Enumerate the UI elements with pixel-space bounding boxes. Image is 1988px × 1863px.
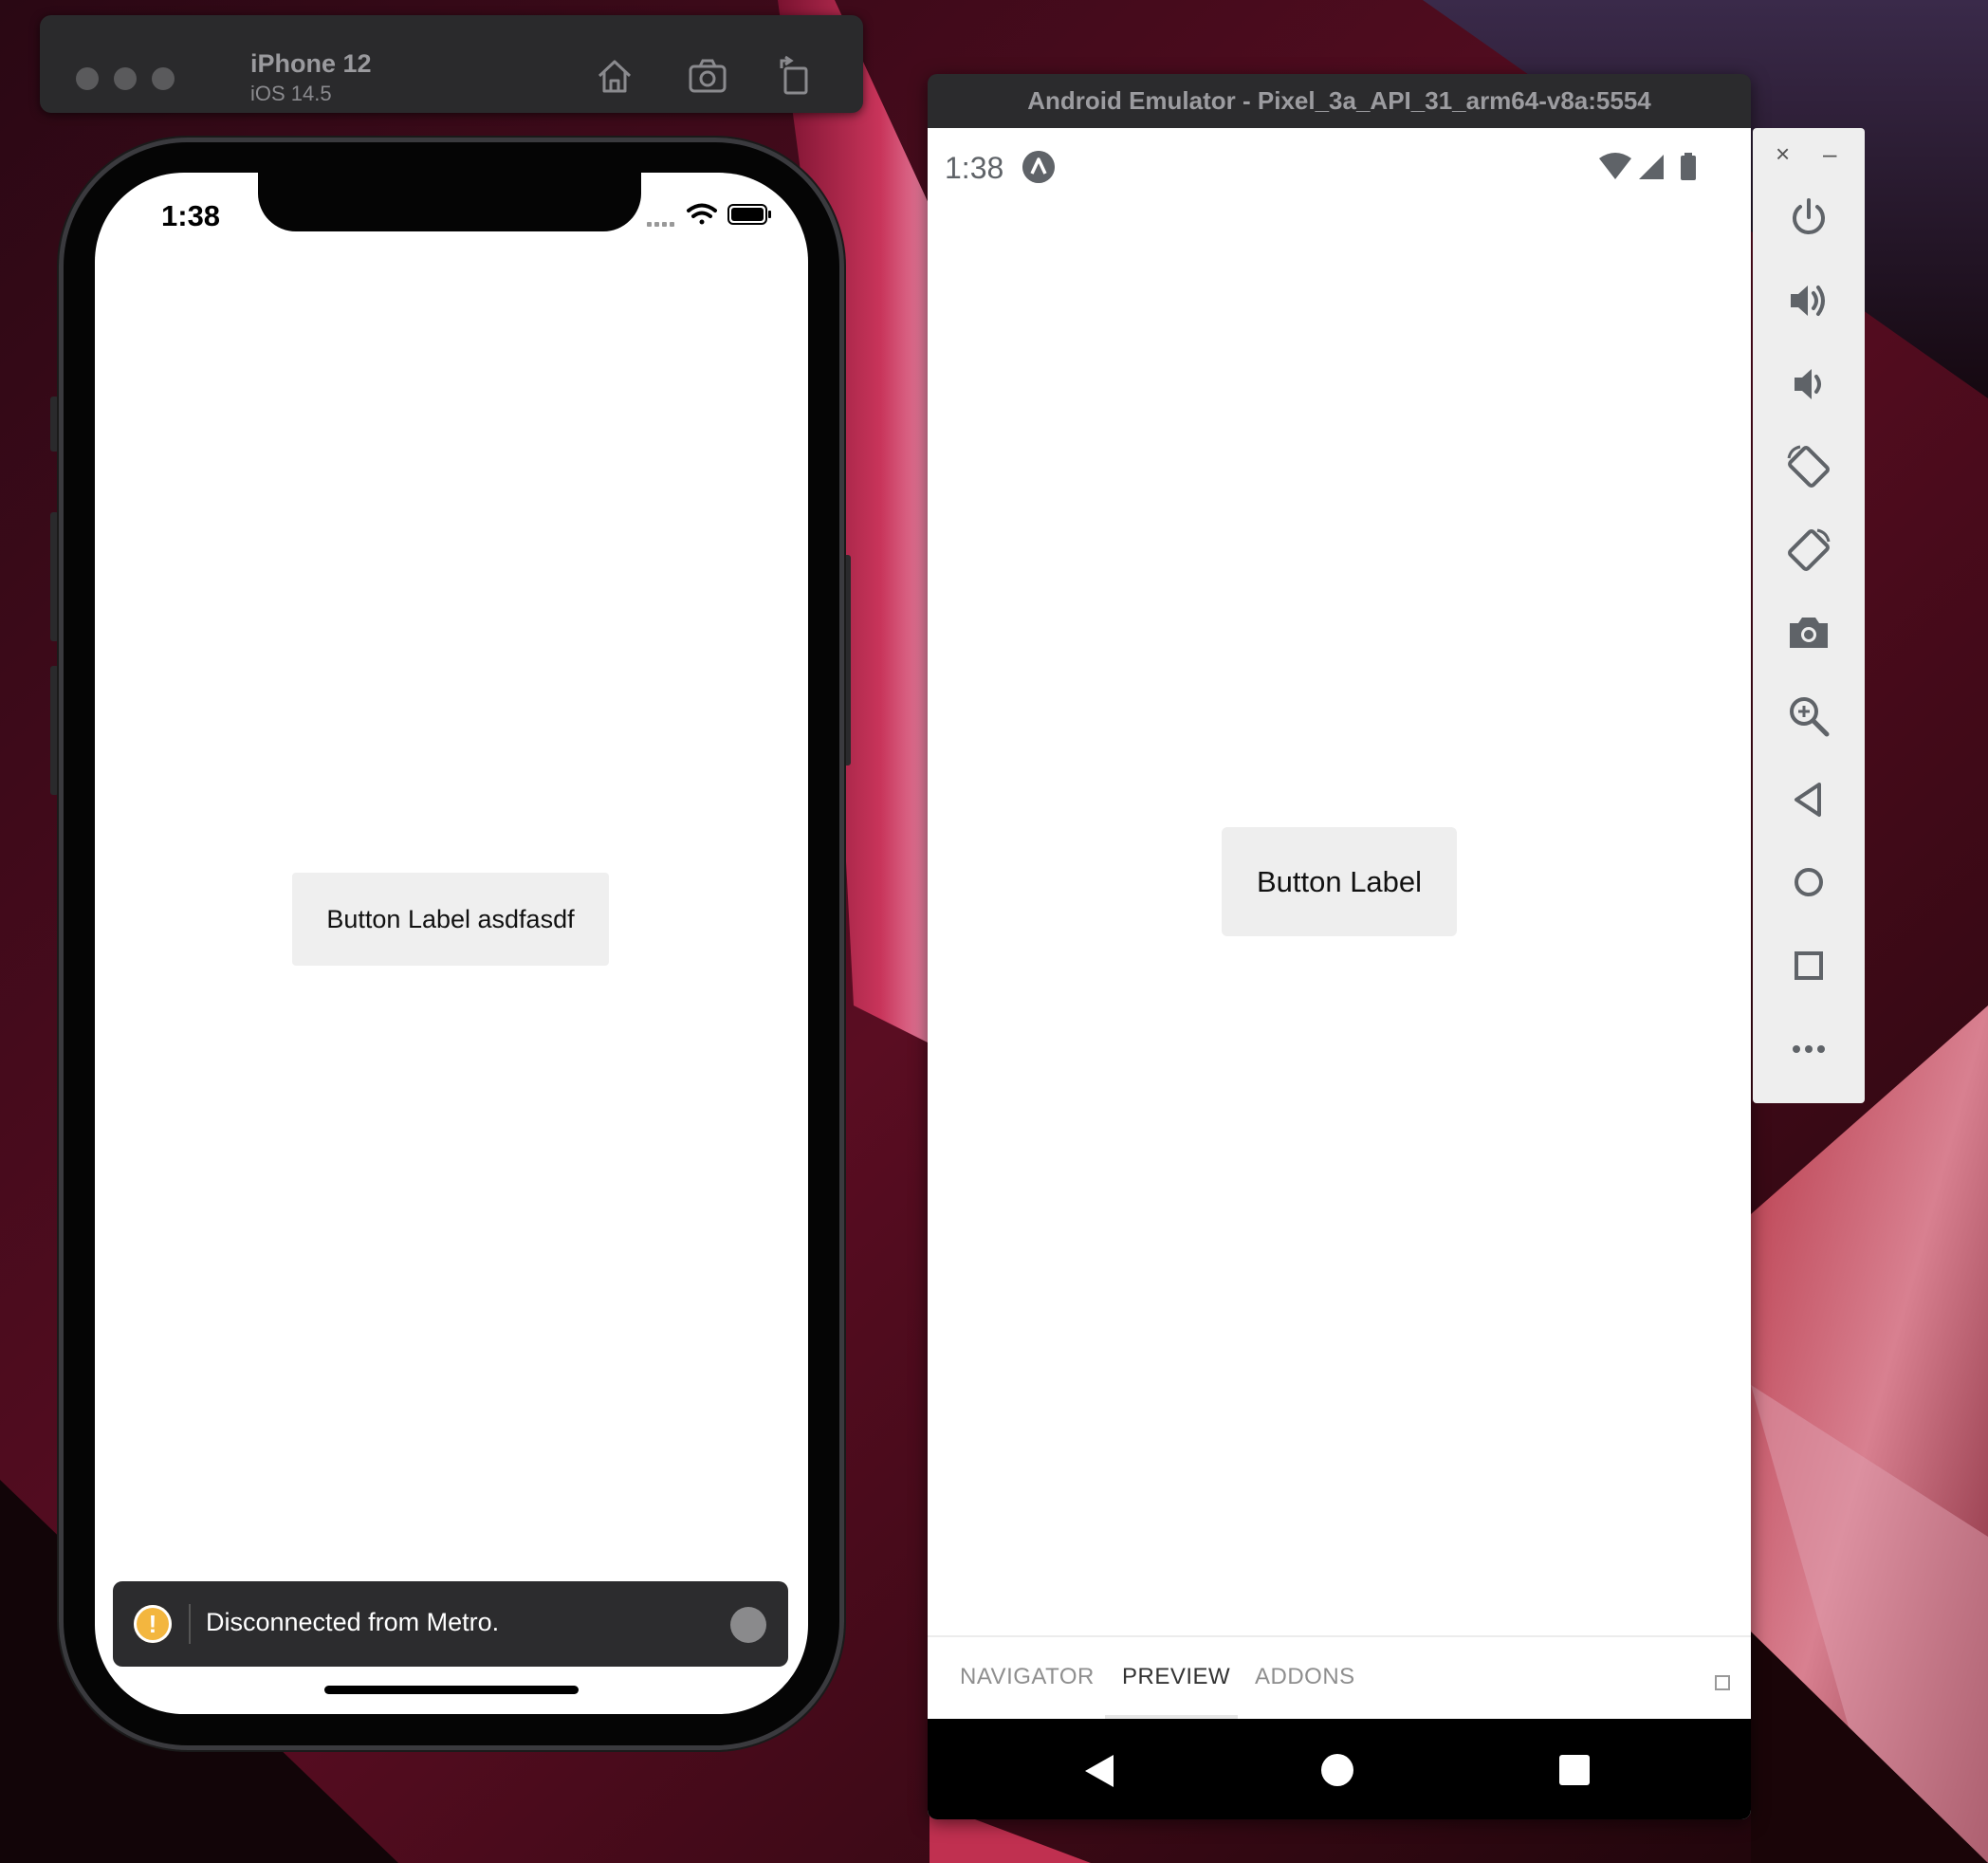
- iphone-screen: 1:38 Button Label asdfasdf ! Disconnecte…: [95, 173, 808, 1714]
- more-icon[interactable]: [1785, 1025, 1832, 1073]
- toast-message: Disconnected from Metro.: [206, 1608, 500, 1636]
- emulator-minimize-button[interactable]: –: [1823, 139, 1836, 169]
- camera-icon[interactable]: [1785, 609, 1832, 656]
- screenshot-icon[interactable]: [687, 55, 728, 97]
- tab-preview[interactable]: PREVIEW: [1122, 1664, 1230, 1690]
- emulator-window-title: Android Emulator - Pixel_3a_API_31_arm64…: [1027, 85, 1651, 115]
- volume-down-side-button: [50, 666, 59, 795]
- tab-navigator[interactable]: NAVIGATOR: [960, 1664, 1095, 1690]
- android-emulator-window: Android Emulator - Pixel_3a_API_31_arm64…: [928, 74, 1751, 1819]
- minimize-window-button[interactable]: [114, 67, 137, 90]
- notification-app-icon: [1022, 151, 1055, 183]
- mute-switch: [50, 397, 59, 452]
- rotate-icon[interactable]: [774, 55, 816, 97]
- simulator-titlebar: iPhone 12 iOS 14.5: [40, 15, 863, 113]
- wifi-icon: [687, 203, 717, 225]
- cellular-signal-icon: [1639, 155, 1664, 179]
- home-icon[interactable]: [1785, 858, 1832, 906]
- rotate-left-icon[interactable]: [1785, 443, 1832, 490]
- tab-addons[interactable]: ADDONS: [1255, 1664, 1355, 1690]
- emulator-close-button[interactable]: ×: [1776, 139, 1790, 169]
- android-status-time: 1:38: [945, 151, 1004, 185]
- device-name: iPhone 12: [250, 49, 372, 78]
- ios-button-label[interactable]: Button Label asdfasdf: [292, 873, 609, 966]
- notch: [258, 173, 641, 231]
- battery-icon: [1681, 153, 1696, 180]
- android-status-icons: [1599, 153, 1696, 180]
- android-screen: 1:38 Button Label NAVIGATOR PREVIEW ADDO…: [928, 128, 1751, 1819]
- rotate-right-icon[interactable]: [1785, 526, 1832, 574]
- toast-divider: [189, 1604, 191, 1644]
- metro-disconnected-toast[interactable]: ! Disconnected from Metro.: [113, 1581, 788, 1667]
- close-window-button[interactable]: [76, 67, 99, 90]
- battery-icon: [727, 204, 771, 225]
- ios-status-icons: [647, 203, 771, 227]
- warning-icon: !: [134, 1605, 172, 1643]
- back-icon[interactable]: [1785, 776, 1832, 823]
- ios-status-time: 1:38: [161, 199, 221, 232]
- wifi-icon: [1599, 153, 1631, 179]
- nav-back-icon[interactable]: [1083, 1753, 1115, 1789]
- overview-icon[interactable]: [1785, 942, 1832, 989]
- emulator-sidebar: × –: [1753, 128, 1865, 1103]
- home-indicator[interactable]: [324, 1686, 579, 1694]
- os-version: iOS 14.5: [250, 82, 332, 105]
- devtools-tab-bar: NAVIGATOR PREVIEW ADDONS: [928, 1635, 1751, 1721]
- zoom-window-button[interactable]: [152, 67, 175, 90]
- toast-dismiss-button[interactable]: [730, 1607, 766, 1643]
- cellular-signal-icon: [647, 222, 674, 227]
- android-navigation-bar: [928, 1719, 1751, 1819]
- nav-home-icon[interactable]: [1320, 1753, 1354, 1787]
- nav-overview-icon[interactable]: [1558, 1754, 1591, 1786]
- volume-down-icon[interactable]: [1785, 360, 1832, 408]
- home-icon[interactable]: [594, 55, 635, 97]
- volume-up-side-button: [50, 512, 59, 641]
- power-icon[interactable]: [1785, 194, 1832, 242]
- android-button-label[interactable]: Button Label: [1222, 827, 1457, 936]
- zoom-icon[interactable]: [1785, 692, 1832, 740]
- fullscreen-toggle[interactable]: [1715, 1675, 1730, 1690]
- volume-up-icon[interactable]: [1785, 277, 1832, 324]
